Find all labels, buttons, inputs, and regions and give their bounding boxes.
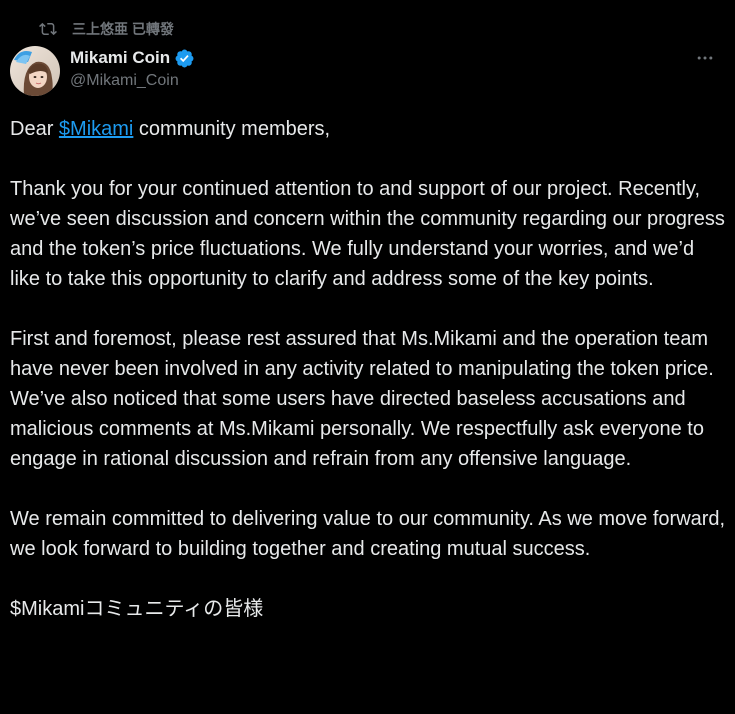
avatar[interactable]: [10, 46, 60, 96]
more-icon[interactable]: [693, 46, 717, 70]
display-name[interactable]: Mikami Coin: [70, 48, 170, 68]
handle[interactable]: @Mikami_Coin: [70, 72, 195, 90]
greeting-line: Dear $Mikami community members,: [10, 114, 728, 144]
repost-indicator[interactable]: 三上悠亜 已轉發: [38, 18, 174, 40]
repost-text: 三上悠亜 已轉發: [72, 21, 174, 37]
japanese-line: $Mikamiコミュニティの皆様: [10, 598, 264, 620]
tweet-text: Dear $Mikami community members, Thank yo…: [10, 114, 728, 654]
author-info[interactable]: Mikami Coin @Mikami_Coin: [70, 46, 195, 90]
paragraph-3: We remain committed to delivering value …: [10, 508, 726, 560]
repost-icon: [38, 19, 58, 39]
greeting-prefix: Dear: [10, 118, 59, 140]
paragraph-1: Thank you for your continued attention t…: [10, 178, 725, 290]
cashtag-link[interactable]: $Mikami: [59, 118, 133, 140]
greeting-suffix: community members,: [133, 118, 331, 140]
paragraph-2: First and foremost, please rest assured …: [10, 328, 714, 470]
verified-badge-icon: [174, 48, 195, 69]
